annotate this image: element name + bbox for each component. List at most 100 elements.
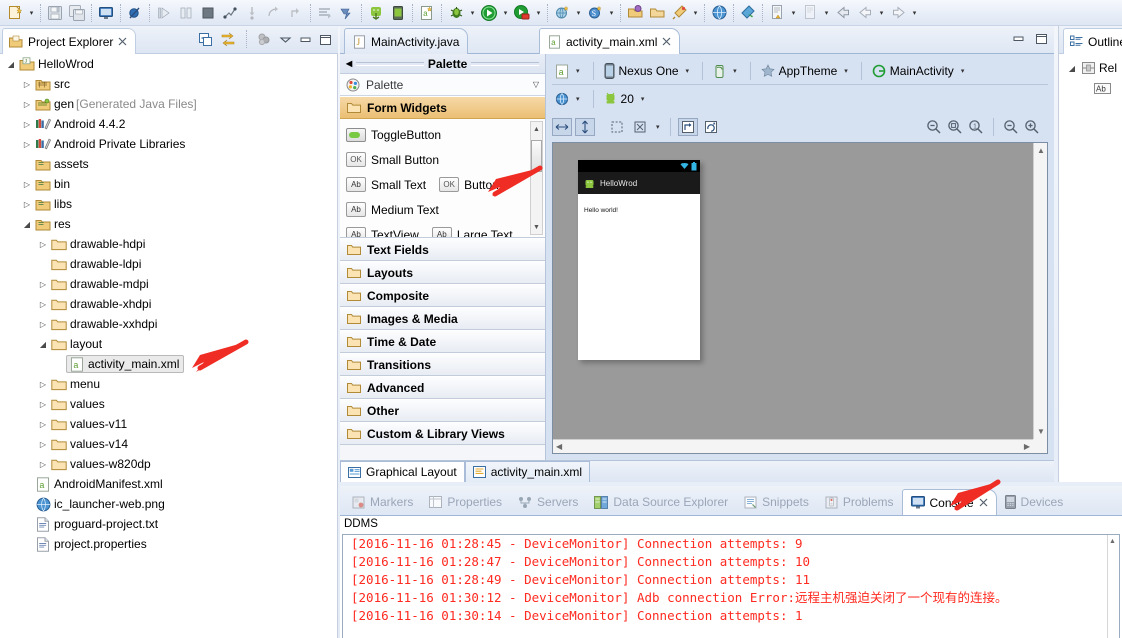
tree-item-layout[interactable]: ◢ layout [0,334,337,354]
forward-dropdown-icon[interactable]: ▾ [909,2,920,24]
tree-item-drawable-xhdpi[interactable]: ▷ drawable-xhdpi [0,294,337,314]
debug-icon[interactable] [445,2,467,24]
tree-item-values-w820dp[interactable]: ▷ values-w820dp [0,454,337,474]
chevron-down-icon[interactable]: ▾ [683,67,693,75]
skip-all-breakpoints-icon[interactable] [124,2,146,24]
tree-item-wrapper[interactable]: ic_launcher-web.png [34,497,165,512]
palette-group-transitions[interactable]: Transitions [340,353,545,376]
twisty-closed-icon[interactable]: ▷ [36,420,50,429]
tree-item-wrapper[interactable]: values [50,397,105,411]
scroll-down-icon[interactable]: ▼ [531,221,542,233]
tree-item-wrapper[interactable]: drawable-xxhdpi [50,317,157,331]
collapse-all-icon[interactable] [198,32,213,47]
tree-item-drawable-hdpi[interactable]: ▷ drawable-hdpi [0,234,337,254]
run-external-tools-icon[interactable] [511,2,533,24]
new-package-icon[interactable] [551,2,573,24]
palette-item-textview[interactable]: Ab TextView [346,227,419,237]
forward-icon[interactable] [887,2,909,24]
twisty-open-icon[interactable]: ◢ [1065,64,1079,73]
terminate-icon[interactable] [197,2,219,24]
palette-group-time-date[interactable]: Time & Date [340,330,545,353]
close-icon[interactable] [979,498,988,507]
tree-item-drawable-ldpi[interactable]: drawable-ldpi [0,254,337,274]
design-surface[interactable]: HelloWrod Hello world! ▲ ▼ ◀ ▶ [552,142,1048,454]
device-selector[interactable]: Nexus One ▾ [601,61,696,81]
tree-item-src[interactable]: ▷ src [0,74,337,94]
tree-item-wrapper[interactable]: proguard-project.txt [34,516,158,532]
tree-item-wrapper[interactable]: bin [34,177,70,192]
maximize-icon[interactable] [319,33,332,46]
twisty-closed-icon[interactable]: ▷ [36,440,50,449]
twisty-closed-icon[interactable]: ▷ [20,100,34,109]
scroll-left-icon[interactable]: ◀ [556,442,562,451]
twisty-closed-icon[interactable]: ▷ [20,120,34,129]
sdk-update-icon[interactable] [336,2,358,24]
tree-item-wrapper[interactable]: values-v11 [50,417,127,431]
twisty-closed-icon[interactable]: ▷ [20,80,34,89]
minimize-icon[interactable] [299,33,312,46]
console-tab-data-source-explorer[interactable]: Data Source Explorer [586,489,736,515]
twisty-open-icon[interactable]: ◢ [4,60,18,69]
zoom-100-button[interactable]: 1 [968,119,984,135]
chevron-down-icon[interactable]: ▾ [841,67,851,75]
new-wizard-icon[interactable] [4,2,26,24]
palette-group-advanced[interactable]: Advanced [340,376,545,399]
palette-item-large-text[interactable]: Ab Large Text [431,227,513,237]
twisty-closed-icon[interactable]: ▷ [36,320,50,329]
chevron-down-icon[interactable]: ▾ [653,123,663,131]
next-edit-icon[interactable] [799,2,821,24]
scroll-right-icon[interactable]: ▶ [1024,442,1030,451]
new-android-xml-file-icon[interactable]: a [416,2,438,24]
tree-item-wrapper[interactable]: a AndroidManifest.xml [34,476,163,492]
console-tab-devices[interactable]: Devices [997,489,1072,515]
back-history-dropdown-icon[interactable]: ▾ [876,2,887,24]
tree-item-wrapper[interactable]: drawable-ldpi [50,257,141,271]
tree-item-wrapper[interactable]: gen [Generated Java Files] [34,97,197,112]
api-level-selector[interactable]: 20 ▾ [601,90,651,108]
tree-item-res[interactable]: ◢ res [0,214,337,234]
android-sdk-manager-icon[interactable] [365,2,387,24]
tree-item-assets[interactable]: assets [0,154,337,174]
debug-dropdown-icon[interactable]: ▾ [467,2,478,24]
tree-item-gen[interactable]: ▷ gen [Generated Java Files] [0,94,337,114]
new-class-dropdown-icon[interactable]: ▾ [606,2,617,24]
design-horizontal-scrollbar[interactable]: ◀ ▶ [553,439,1033,453]
fit-width-button[interactable] [552,117,572,136]
step-into-icon[interactable] [241,2,263,24]
editor-maximize-icon[interactable] [1035,32,1048,45]
tree-item-drawable-xxhdpi[interactable]: ▷ drawable-xxhdpi [0,314,337,334]
console-tab-console[interactable]: Console [901,489,997,515]
tab-outline[interactable]: Outline [1063,28,1122,54]
search-dropdown-icon[interactable]: ▾ [690,2,701,24]
palette-group-form-widgets[interactable]: Form Widgets [340,96,545,119]
console-scrollbar[interactable]: ▲ [1107,535,1119,638]
tree-item-wrapper[interactable]: drawable-xhdpi [50,297,151,311]
save-all-icon[interactable] [66,2,88,24]
tree-item-androidmanifest-xml[interactable]: a AndroidManifest.xml [0,474,337,494]
console-tab-problems[interactable]: Problems [817,489,902,515]
twisty-closed-icon[interactable]: ▷ [20,200,34,209]
outline-tree[interactable]: ◢ Rel Ab [1059,54,1122,98]
step-over-icon[interactable] [263,2,285,24]
chevron-down-icon[interactable]: ▽ [533,80,539,89]
run-external-dropdown-icon[interactable]: ▾ [533,2,544,24]
suspend-icon[interactable] [175,2,197,24]
save-icon[interactable] [44,2,66,24]
locale-selector[interactable]: ▾ [552,90,586,108]
disconnect-icon[interactable] [219,2,241,24]
tree-item-wrapper[interactable]: values-v14 [50,437,128,451]
palette-item-togglebutton[interactable]: ToggleButton [346,127,441,142]
tree-item-wrapper[interactable]: assets [34,157,89,172]
outline-row-textview[interactable]: Ab [1063,78,1122,98]
tree-item-values-v14[interactable]: ▷ values-v14 [0,434,337,454]
scroll-up-icon[interactable]: ▲ [1109,538,1116,545]
close-icon[interactable] [118,37,127,46]
chevron-down-icon[interactable]: ▾ [638,95,648,103]
tree-item-selected-wrapper[interactable]: a activity_main.xml [66,355,185,373]
show-outline-button[interactable] [607,118,627,136]
twisty-closed-icon[interactable]: ▷ [36,280,50,289]
palette-group-custom-library-views[interactable]: Custom & Library Views [340,422,545,445]
palette-group-images-media[interactable]: Images & Media [340,307,545,330]
android-virtual-device-manager-icon[interactable] [387,2,409,24]
run-last-tool-icon[interactable] [737,2,759,24]
